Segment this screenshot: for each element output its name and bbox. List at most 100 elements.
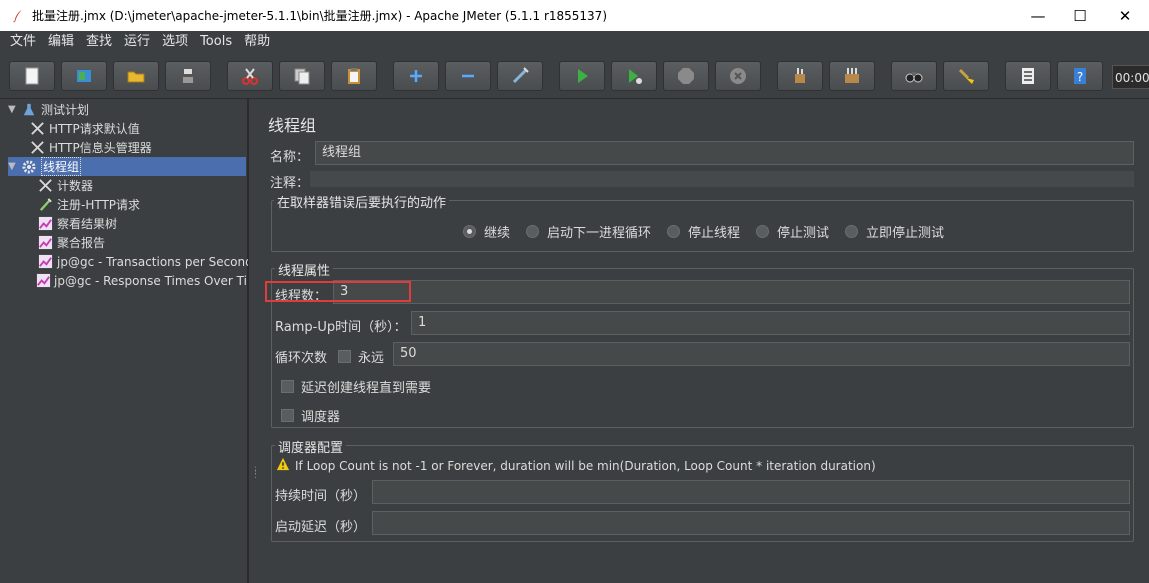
- cut-button[interactable]: [227, 61, 273, 91]
- save-button[interactable]: [165, 61, 211, 91]
- warning-icon: [276, 457, 290, 474]
- maximize-icon[interactable]: ☐: [1057, 0, 1103, 31]
- tree-node-aggregate-report[interactable]: 聚合报告: [36, 233, 105, 252]
- duration-input[interactable]: [372, 480, 1130, 504]
- expand-arrow-icon[interactable]: ▼: [8, 161, 20, 172]
- toggle-button[interactable]: [497, 61, 543, 91]
- radio-stop-test-now[interactable]: 立即停止测试: [845, 222, 944, 241]
- menu-run[interactable]: 运行: [118, 31, 156, 53]
- stop-icon: [678, 68, 694, 84]
- expand-arrow-icon[interactable]: ▼: [8, 104, 20, 115]
- close-icon[interactable]: ✕: [1102, 0, 1148, 31]
- shutdown-icon: [730, 68, 746, 84]
- rampup-input[interactable]: 1: [411, 311, 1130, 335]
- gear-icon: [20, 159, 38, 175]
- save-disk-icon: [181, 69, 195, 83]
- scheduler-checkbox[interactable]: 调度器: [281, 406, 340, 425]
- help-button[interactable]: ?: [1057, 61, 1103, 91]
- new-button[interactable]: [9, 61, 55, 91]
- start-no-pauses-button[interactable]: [611, 61, 657, 91]
- startup-delay-input[interactable]: [372, 511, 1130, 535]
- list-icon: [1022, 68, 1034, 84]
- tree-node-counter[interactable]: 计数器: [36, 176, 93, 195]
- radio-stop-test[interactable]: 停止测试: [756, 222, 829, 241]
- flask-icon: [20, 102, 38, 118]
- tree-node-http-defaults[interactable]: HTTP请求默认值: [28, 119, 140, 138]
- function-helper-button[interactable]: [1005, 61, 1051, 91]
- tree-node-response-times[interactable]: jp@gc - Response Times Over Time: [36, 271, 246, 290]
- scheduler-config-legend: 调度器配置: [275, 437, 347, 456]
- stop-button[interactable]: [663, 61, 709, 91]
- tree-node-thread-group[interactable]: ▼ 线程组: [8, 157, 246, 176]
- templates-button[interactable]: [61, 61, 107, 91]
- tree-node-test-plan[interactable]: ▼ 测试计划: [8, 100, 89, 119]
- clear-button[interactable]: [777, 61, 823, 91]
- radio-stop-thread[interactable]: 停止线程: [667, 222, 740, 241]
- duration-label: 持续时间（秒）: [275, 489, 367, 504]
- help-icon: ?: [1074, 68, 1086, 84]
- start-button[interactable]: [559, 61, 605, 91]
- threads-highlight-box: [265, 281, 411, 302]
- loop-label: 循环次数: [275, 351, 328, 366]
- menu-tools[interactable]: Tools: [194, 31, 238, 53]
- forever-checkbox[interactable]: 永远: [338, 347, 384, 366]
- shutdown-button[interactable]: [715, 61, 761, 91]
- paste-button[interactable]: [331, 61, 377, 91]
- open-button[interactable]: [113, 61, 159, 91]
- loop-input[interactable]: 50: [393, 342, 1130, 366]
- templates-icon: [77, 70, 91, 82]
- panel-splitter[interactable]: ⋮ ⋮: [248, 99, 260, 583]
- jmeter-window: 批量注册.jmx (D:\jmeter\apache-jmeter-5.1.1\…: [0, 0, 1149, 583]
- minimize-icon[interactable]: —: [1015, 0, 1061, 31]
- chart-icon: [36, 235, 54, 251]
- reset-search-button[interactable]: [943, 61, 989, 91]
- name-input[interactable]: 线程组: [315, 141, 1134, 165]
- play-icon: [578, 69, 588, 83]
- radio-next-loop[interactable]: 启动下一进程循环: [526, 222, 651, 241]
- comment-input[interactable]: [310, 171, 1134, 187]
- plus-icon: [410, 70, 422, 82]
- broom-reset-icon: [958, 68, 974, 84]
- rampup-label: Ramp-Up时间（秒）：: [275, 320, 407, 335]
- thread-props-legend: 线程属性: [275, 260, 334, 279]
- tree-node-register-request[interactable]: 注册-HTTP请求: [36, 195, 140, 214]
- delay-thread-checkbox[interactable]: 延迟创建线程直到需要: [281, 377, 431, 396]
- tree-node-view-results[interactable]: 察看结果树: [36, 214, 117, 233]
- copy-button[interactable]: [279, 61, 325, 91]
- broom-icon: [795, 68, 805, 83]
- wrench-icon: [28, 121, 46, 137]
- expand-button[interactable]: [393, 61, 439, 91]
- chart-icon: [36, 254, 54, 270]
- clear-all-button[interactable]: [829, 61, 875, 91]
- title-bar: 批量注册.jmx (D:\jmeter\apache-jmeter-5.1.1\…: [0, 0, 1149, 31]
- startup-delay-label: 启动延迟（秒）: [275, 520, 367, 535]
- play-no-pause-icon: [629, 69, 642, 84]
- menu-help[interactable]: 帮助: [238, 31, 276, 53]
- panel-title: 线程组: [268, 116, 317, 135]
- collapse-button[interactable]: [445, 61, 491, 91]
- menu-file[interactable]: 文件: [4, 31, 42, 53]
- tree-node-header-manager[interactable]: HTTP信息头管理器: [28, 138, 152, 157]
- search-button[interactable]: [891, 61, 937, 91]
- radio-continue[interactable]: 继续: [463, 222, 510, 241]
- threads-input[interactable]: 3: [333, 280, 1130, 304]
- clipboard-icon: [348, 68, 360, 84]
- scissors-icon: [242, 68, 258, 85]
- sampler-error-legend: 在取样器错误后要执行的动作: [274, 192, 450, 211]
- folder-open-icon: [127, 71, 145, 83]
- copy-icon: [294, 68, 310, 85]
- tree-node-tps[interactable]: jp@gc - Transactions per Second: [36, 252, 253, 271]
- menu-edit[interactable]: 编辑: [42, 31, 80, 53]
- toolbar: ? 00:00:: [0, 53, 1149, 99]
- minus-icon: [462, 74, 474, 78]
- binoculars-icon: [905, 72, 923, 83]
- menu-bar: 文件 编辑 查找 运行 选项 Tools 帮助: [0, 31, 1149, 53]
- window-title: 批量注册.jmx (D:\jmeter\apache-jmeter-5.1.1\…: [32, 9, 607, 23]
- broom-all-icon: [845, 68, 859, 83]
- chart-icon: [36, 216, 54, 232]
- menu-options[interactable]: 选项: [156, 31, 194, 53]
- comment-label: 注释：: [270, 176, 310, 191]
- menu-search[interactable]: 查找: [80, 31, 118, 53]
- test-plan-tree: ▼ 测试计划 HTTP请求默认值 HTTP信息头管理器 ▼ 线程组 计数器 注册…: [0, 99, 253, 583]
- pipette-icon: [36, 197, 54, 213]
